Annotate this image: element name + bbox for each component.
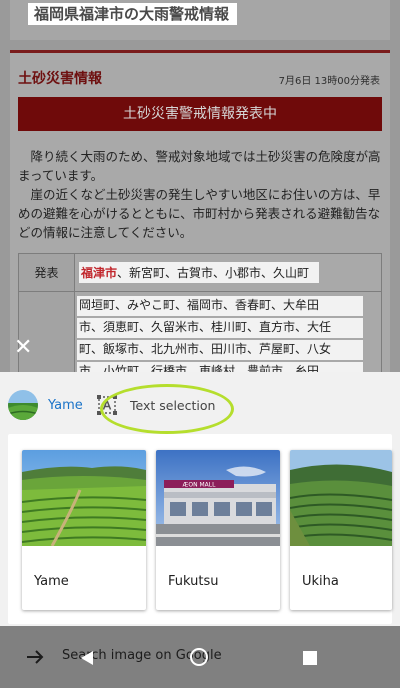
card-label-yame: Yame (34, 574, 69, 589)
description-paragraph-1: 降り続く大雨のため、警戒対象地域では土砂災害の危険度が高まっています。 (18, 149, 381, 183)
aeon-mall-sign: ÆON MALL (183, 482, 217, 489)
sediment-disaster-info-box: 土砂災害情報 7月6日 13時00分発表 土砂災害警戒情報発表中 降り続く大雨の… (10, 50, 390, 372)
arrow-right-icon (27, 650, 44, 664)
result-card-yame[interactable]: Yame (22, 450, 146, 610)
page-title[interactable]: 福岡県福津市の大雨警戒情報 (28, 3, 238, 25)
terraced-rice-fields-image (290, 450, 392, 546)
card-label-fukutsu: Fukutsu (168, 574, 219, 589)
highlighted-city[interactable]: 福津市 (81, 266, 117, 280)
card-label-ukiha: Ukiha (302, 574, 339, 589)
webpage-background: 福岡県福津市の大雨警戒情報 土砂災害情報 7月6日 13時00分発表 土砂災害警… (0, 0, 400, 372)
issue-date: 7月6日 13時00分発表 (278, 76, 380, 87)
municipality-line[interactable]: 町、飯塚市、北九州市、田川市、芦屋町、八女 (77, 340, 363, 360)
close-icon[interactable]: ✕ (14, 337, 34, 359)
tab-text-selection[interactable]: Text selection (96, 390, 215, 420)
table-cell-municipalities: 岡垣町、みやこ町、福岡市、香春町、大牟田 市、須恵町、久留米市、桂川町、直方市、… (74, 291, 382, 372)
nav-home-icon[interactable] (190, 648, 208, 666)
aeon-mall-image: ÆON MALL (156, 450, 280, 546)
visual-matches-panel: Yame ÆON MALL Fukutsu Ukiha (8, 434, 392, 624)
result-tabs: Yame Text selection (0, 372, 400, 434)
issued-cities: 、新宮町、古賀市、小郡市、久山町 (117, 266, 310, 280)
warning-area-table: 発表 福津市、新宮町、古賀市、小郡市、久山町 岡垣町、みやこ町、福岡市、香春町、… (18, 253, 382, 372)
selected-text-block[interactable]: 福津市、新宮町、古賀市、小郡市、久山町 (79, 262, 320, 283)
tab-yame[interactable]: Yame (8, 390, 83, 420)
nav-recent-apps-icon[interactable] (303, 651, 317, 665)
result-card-fukutsu[interactable]: ÆON MALL Fukutsu (156, 450, 280, 610)
description-paragraph-2: 崖の近くなど土砂災害の発生しやすい地区にお住いの方は、早めの避難を心がけるととも… (18, 187, 381, 240)
green-tea-field-image (22, 450, 146, 546)
text-selection-icon (97, 395, 117, 415)
tab-yame-label: Yame (48, 397, 83, 413)
result-card-ukiha[interactable]: Ukiha (290, 450, 392, 610)
table-row-header: 発表 (18, 253, 75, 292)
page-header: 福岡県福津市の大雨警戒情報 (10, 0, 390, 40)
tab-text-selection-label: Text selection (130, 397, 216, 413)
lens-bottom-sheet: Yame Text selection Yame ÆON MALL Fukuts… (0, 372, 400, 688)
municipality-line[interactable]: 市、須恵町、久留米市、桂川町、直方市、大任 (77, 318, 363, 338)
search-google-row[interactable]: Search image on Google (0, 626, 400, 688)
municipality-line[interactable]: 市、小竹町、行橋市、東峰村、豊前市、糸田 (77, 362, 363, 372)
municipality-line[interactable]: 岡垣町、みやこ町、福岡市、香春町、大牟田 (77, 296, 363, 316)
table-cell-issued: 福津市、新宮町、古賀市、小郡市、久山町 (74, 253, 382, 292)
nav-back-icon[interactable] (80, 650, 94, 666)
section-title: 土砂災害情報 (18, 71, 102, 87)
yame-thumbnail (8, 390, 38, 420)
alert-banner: 土砂災害警戒情報発表中 (18, 97, 382, 131)
description: 降り続く大雨のため、警戒対象地域では土砂災害の危険度が高まっています。 崖の近く… (18, 147, 382, 242)
